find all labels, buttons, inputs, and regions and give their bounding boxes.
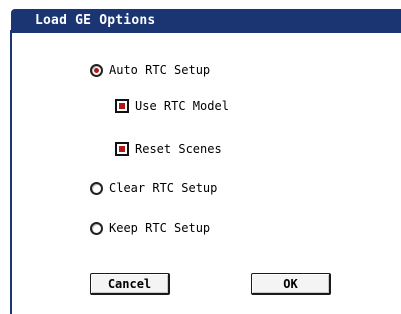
use-rtc-model-option[interactable]: Use RTC Model [115, 99, 229, 113]
clear-rtc-setup-label: Clear RTC Setup [109, 181, 218, 195]
clear-rtc-setup-option[interactable]: Clear RTC Setup [90, 181, 217, 195]
keep-rtc-setup-label: Keep RTC Setup [109, 221, 211, 235]
reset-scenes-checkbox[interactable] [115, 142, 129, 156]
load-ge-options-dialog: Load GE Options Auto RTC Setup Use RTC M… [0, 0, 401, 314]
clear-rtc-setup-radio[interactable] [90, 181, 103, 195]
keep-rtc-setup-option[interactable]: Keep RTC Setup [90, 221, 210, 235]
dialog-title-bar: Load GE Options [11, 9, 401, 33]
auto-rtc-setup-label: Auto RTC Setup [109, 63, 211, 77]
dialog-title: Load GE Options [35, 13, 156, 28]
keep-rtc-setup-radio[interactable] [90, 221, 103, 235]
use-rtc-model-checkbox[interactable] [115, 99, 129, 113]
cancel-button[interactable]: Cancel [90, 273, 170, 295]
use-rtc-model-label: Use RTC Model [135, 99, 229, 113]
ok-button[interactable]: OK [251, 273, 331, 295]
auto-rtc-setup-option[interactable]: Auto RTC Setup [90, 63, 210, 77]
auto-rtc-setup-radio[interactable] [90, 63, 103, 77]
reset-scenes-label: Reset Scenes [135, 142, 222, 156]
reset-scenes-option[interactable]: Reset Scenes [115, 142, 222, 156]
